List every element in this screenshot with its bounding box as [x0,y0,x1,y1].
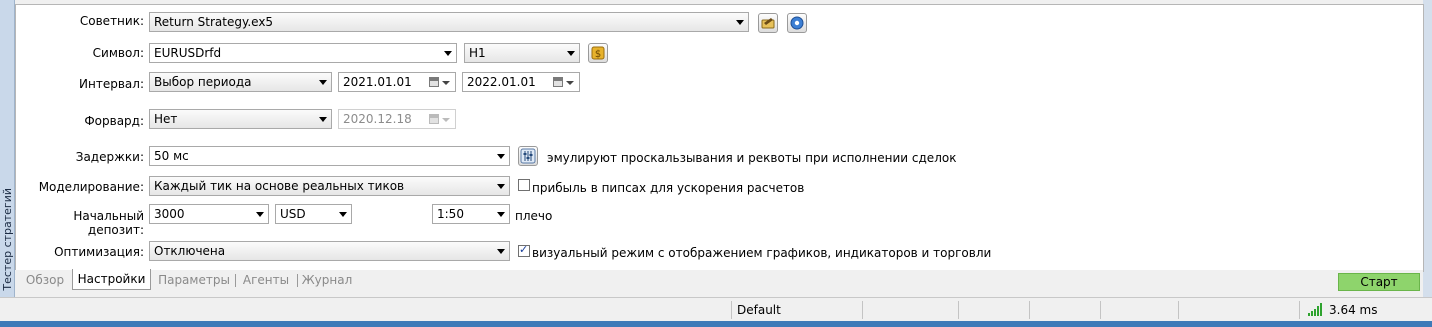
window-bottom-border [0,321,1432,327]
forward-select[interactable]: Нет [149,109,332,129]
chevron-down-icon [497,184,505,189]
leverage-value: 1:50 [437,207,464,221]
edit-scroll-icon [761,18,775,29]
forward-date-picker: 2020.12.18 [338,109,456,129]
status-bar: Default 3.64 ms [0,297,1432,322]
tab-settings[interactable]: Настройки [72,269,151,290]
timeframe-value: H1 [469,46,486,60]
date-from-value: 2021.01.01 [343,75,412,89]
tab-parameters[interactable]: Параметры [155,270,233,290]
optimization-label: Оптимизация: [54,245,144,259]
deposit-value: 3000 [154,207,185,221]
chevron-down-icon [567,51,575,56]
status-divider [862,301,863,319]
visual-mode-checkbox[interactable] [518,243,530,257]
strategy-tester-side-panel: Тестер стратегий [0,0,15,297]
status-divider [1100,301,1101,319]
right-edge [1423,0,1432,297]
delays-select[interactable]: 50 мс [149,146,510,166]
modeling-value: Каждый тик на основе реальных тиков [154,179,405,193]
optimization-value: Отключена [154,244,226,258]
status-divider [1299,301,1300,319]
calendar-icon [429,114,439,124]
interval-label: Интервал: [79,77,144,91]
visual-mode-checkbox-label: визуальный режим с отображением графиков… [532,246,992,260]
date-from-picker[interactable]: 2021.01.01 [338,72,456,92]
status-divider [958,301,959,319]
currency-value: USD [280,207,306,221]
chevron-down-icon [442,118,450,122]
tab-overview[interactable]: Обзор [19,270,71,290]
currency-select[interactable]: USD [275,204,352,224]
chevron-down-icon [566,81,574,85]
expert-select[interactable]: Return Strategy.ex5 [149,12,749,32]
timeframe-select[interactable]: H1 [464,43,580,63]
chevron-down-icon [442,81,450,85]
symbol-select[interactable]: EURUSDrfd [149,43,457,63]
symbol-specification-button[interactable]: $ [588,43,608,63]
interval-select[interactable]: Выбор периода [149,72,332,92]
chevron-down-icon [497,249,505,254]
forward-date-value: 2020.12.18 [343,112,412,126]
expert-label: Советник: [79,14,144,28]
modeling-label: Моделирование: [38,180,144,194]
delays-label: Задержки: [75,150,144,164]
status-divider [731,301,732,319]
tab-journal[interactable]: Журнал [300,270,354,290]
delays-value: 50 мс [154,149,189,163]
deposit-label: Начальный депозит: [73,209,144,237]
tester-tabs: Обзор Настройки Параметры Агенты Журнал [15,269,1423,292]
optimization-select[interactable]: Отключена [149,241,510,261]
svg-text:$: $ [595,49,601,60]
edit-expert-button[interactable] [758,13,778,33]
date-to-picker[interactable]: 2022.01.01 [462,72,580,92]
sliders-icon [520,148,536,164]
chevron-down-icon [256,212,264,217]
tab-divider [297,274,298,287]
chevron-down-icon [497,154,505,159]
tab-agents[interactable]: Агенты [237,270,295,290]
chevron-down-icon [736,20,744,25]
leverage-label: плечо [515,209,553,223]
symbol-label: Символ: [92,46,144,60]
leverage-select[interactable]: 1:50 [432,204,510,224]
forward-label: Форвард: [84,114,144,128]
calendar-icon [553,77,563,87]
chevron-down-icon [497,212,505,217]
profile-status: Default [737,303,781,317]
tab-divider [235,274,236,287]
deposit-select[interactable]: 3000 [149,204,269,224]
chevron-down-icon [339,212,347,217]
expert-properties-button[interactable] [787,13,807,33]
expert-value: Return Strategy.ex5 [154,15,274,29]
calendar-icon [429,77,439,87]
status-divider [1029,301,1030,319]
ping-status: 3.64 ms [1329,303,1378,317]
side-panel-title: Тестер стратегий [1,188,14,291]
delays-settings-button[interactable] [518,146,538,166]
settings-panel: Советник: Return Strategy.ex5 Символ: EU… [15,4,1424,272]
forward-value: Нет [154,112,178,126]
chevron-down-icon [444,51,452,56]
chevron-down-icon [319,117,327,122]
status-divider [1178,301,1179,319]
delays-note: эмулируют проскальзывания и реквоты при … [547,151,957,165]
date-to-value: 2022.01.01 [467,75,536,89]
pips-checkbox-label: прибыль в пипсах для ускорения расчетов [532,181,805,195]
pips-checkbox[interactable] [518,179,530,191]
start-button[interactable]: Старт [1338,273,1420,291]
modeling-select[interactable]: Каждый тик на основе реальных тиков [149,176,510,196]
signal-strength-icon [1308,303,1322,316]
chevron-down-icon [319,80,327,85]
coin-icon: $ [591,46,605,60]
gear-icon [790,16,804,30]
symbol-value: EURUSDrfd [154,46,222,60]
interval-value: Выбор периода [154,75,252,89]
